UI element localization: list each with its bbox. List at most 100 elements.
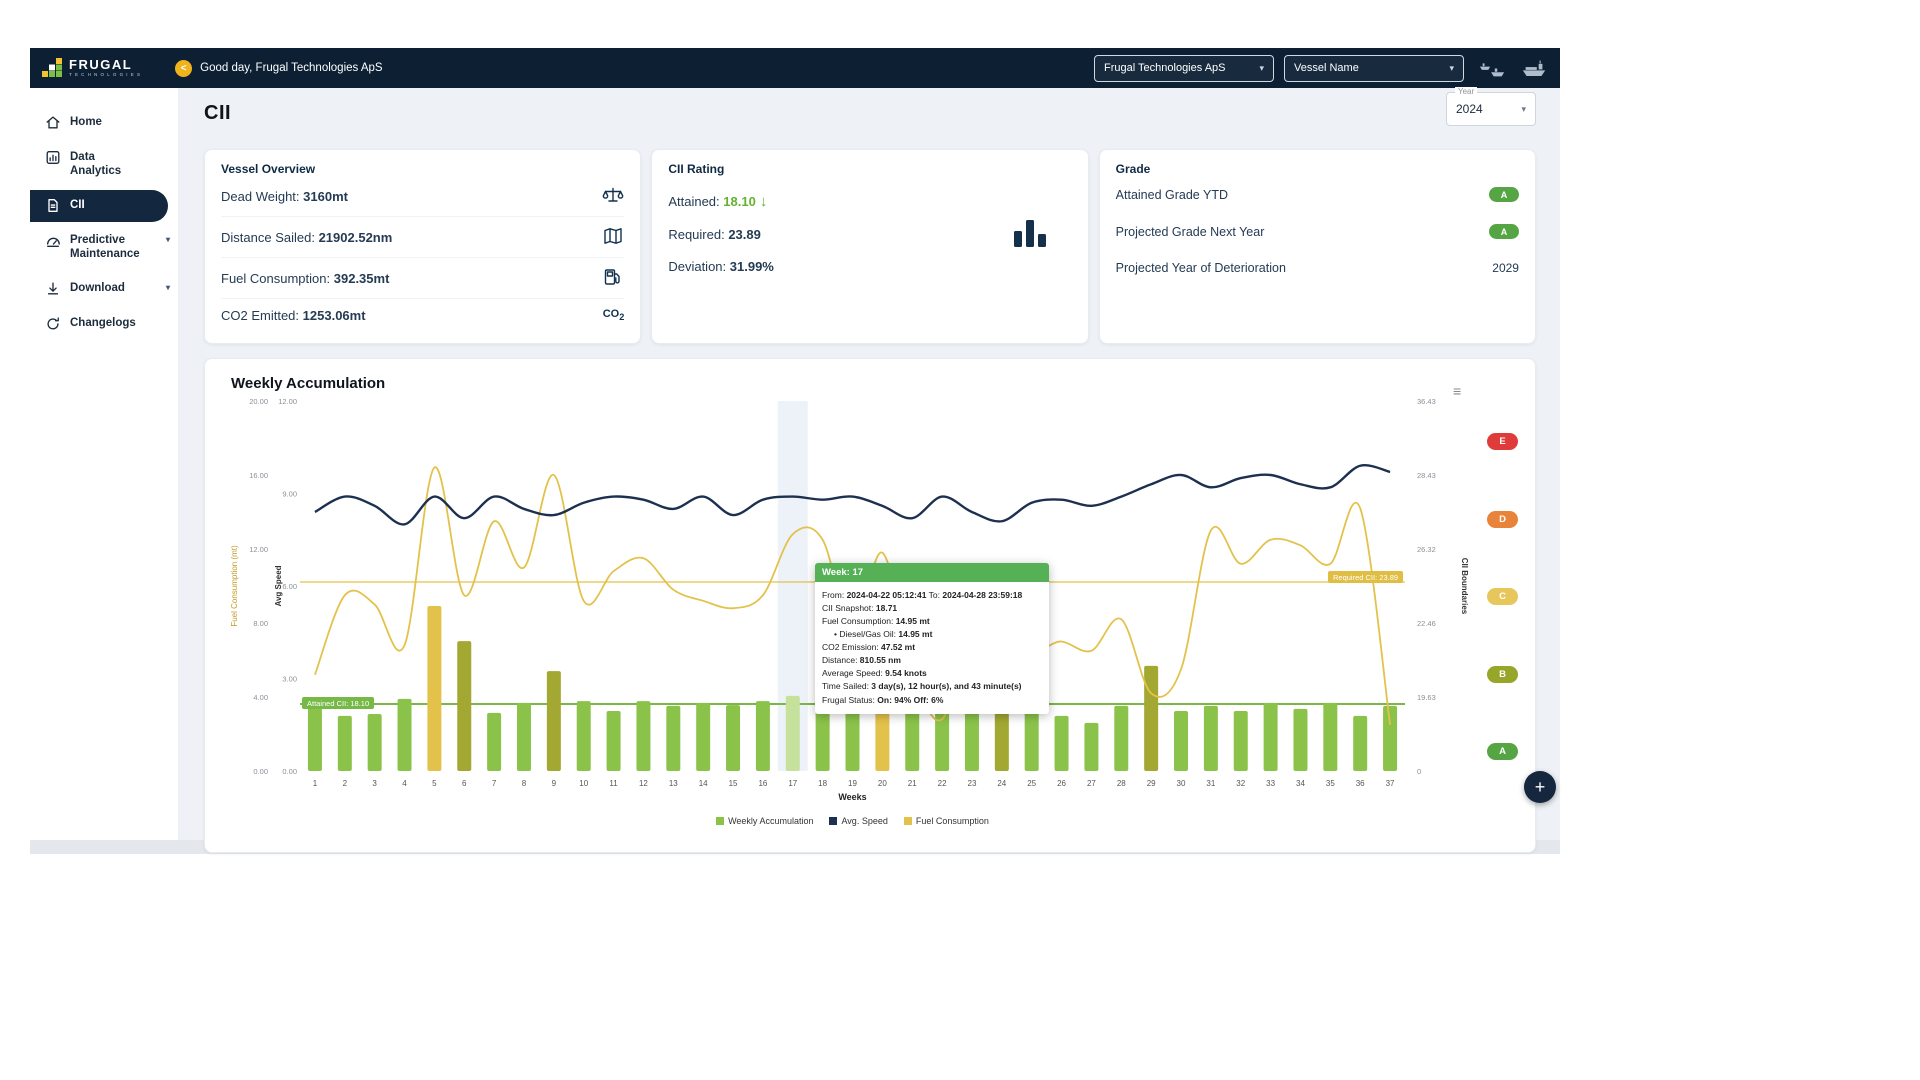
svg-text:34: 34 (1296, 779, 1305, 788)
sidebar-item-predictive-maintenance[interactable]: Predictive Maintenance ▾ (30, 225, 178, 270)
sidebar-item-home[interactable]: Home (30, 107, 178, 139)
svg-text:11: 11 (609, 779, 618, 788)
distance-sailed-row: Distance Sailed: 21902.52nm (221, 217, 624, 258)
svg-text:12: 12 (639, 779, 648, 788)
company-select[interactable]: Frugal Technologies ApS ▾ (1094, 55, 1274, 82)
svg-text:5: 5 (432, 779, 437, 788)
cii-rating-card: CII Rating Attained: 18.10↓ Required: 23… (651, 149, 1088, 344)
vessel-select[interactable]: Vessel Name ▾ (1284, 55, 1464, 82)
svg-text:22: 22 (938, 779, 947, 788)
fleet-icon[interactable] (1478, 58, 1506, 79)
chart-tooltip: Week: 17 From: 2024-04-22 05:12:41 To: 2… (815, 563, 1049, 714)
topbar-right: Frugal Technologies ApS ▾ Vessel Name ▾ (1094, 55, 1548, 82)
svg-text:7: 7 (492, 779, 497, 788)
svg-text:4: 4 (402, 779, 407, 788)
svg-text:28: 28 (1117, 779, 1126, 788)
svg-text:3.00: 3.00 (282, 675, 297, 684)
attained-row: Attained: 18.10↓ (668, 193, 1071, 210)
svg-text:2: 2 (343, 779, 348, 788)
svg-text:21: 21 (908, 779, 917, 788)
sidebar-item-cii[interactable]: CII (30, 190, 168, 222)
legend-item[interactable]: Fuel Consumption (904, 816, 989, 826)
down-arrow-icon: ↓ (760, 193, 768, 210)
attained-cii-label: Attained CII: 18.10 (302, 697, 374, 709)
page-title: CII (204, 102, 1536, 125)
svg-text:27: 27 (1087, 779, 1096, 788)
deviation-row: Deviation: 31.99% (668, 259, 1071, 274)
main-content: CII Year 2024 ▾ Vessel Overview Dead Wei… (178, 88, 1560, 840)
tooltip-row: Distance: 810.55 nm (822, 655, 1042, 666)
svg-text:32: 32 (1236, 779, 1245, 788)
svg-text:Weeks: Weeks (838, 792, 866, 802)
tooltip-row: From: 2024-04-22 05:12:41 To: 2024-04-28… (822, 590, 1042, 601)
ship-icon[interactable] (1520, 58, 1548, 79)
tooltip-row: CII Snapshot: 18.71 (822, 603, 1042, 614)
svg-text:Avg Speed: Avg Speed (274, 565, 283, 606)
svg-text:14: 14 (699, 779, 708, 788)
svg-text:29: 29 (1147, 779, 1156, 788)
download-icon (45, 280, 61, 297)
summary-cards: Vessel Overview Dead Weight: 3160mt Dist… (204, 149, 1536, 344)
svg-text:31: 31 (1206, 779, 1215, 788)
svg-text:20: 20 (878, 779, 887, 788)
brand-subtitle: TECHNOLOGIES (69, 73, 143, 78)
logo-blocks-icon (42, 58, 62, 78)
chart-legend: Weekly Accumulation Avg. Speed Fuel Consum… (300, 816, 1405, 826)
svg-text:24: 24 (997, 779, 1006, 788)
svg-text:18: 18 (818, 779, 827, 788)
legend-item[interactable]: Weekly Accumulation (716, 816, 813, 826)
deterioration-year-value: 2029 (1492, 261, 1519, 275)
refresh-icon (45, 315, 61, 332)
grade-card: Grade Attained Grade YTD A Projected Gra… (1099, 149, 1536, 344)
weekly-accumulation-card: Weekly Accumulation ≡ 20.0016.0012.008.0… (204, 358, 1536, 853)
grade-boundary-pill-a: A (1487, 743, 1518, 760)
svg-text:33: 33 (1266, 779, 1275, 788)
gauge-icon (45, 232, 61, 249)
app-window: FRUGAL TECHNOLOGIES < Good day, Frugal T… (30, 48, 1560, 854)
chevron-down-icon: ▾ (1259, 63, 1264, 74)
svg-text:8: 8 (522, 779, 527, 788)
svg-text:16.00: 16.00 (249, 471, 268, 480)
svg-text:35: 35 (1326, 779, 1335, 788)
tooltip-row: Diesel/Gas Oil: 14.95 mt (822, 629, 1042, 640)
sidebar-item-download[interactable]: Download ▾ (30, 273, 178, 305)
sidebar-item-changelogs[interactable]: Changelogs (30, 308, 178, 340)
grade-boundary-pill-d: D (1487, 511, 1518, 528)
svg-text:20.00: 20.00 (249, 397, 268, 406)
fuel-icon (602, 267, 624, 290)
svg-text:10: 10 (579, 779, 588, 788)
chevron-down-icon: ▾ (1449, 63, 1454, 74)
sidebar-item-data-analytics[interactable]: Data Analytics (30, 142, 178, 187)
grade-badge: A (1489, 187, 1519, 202)
co2-emitted-row: CO2 Emitted: 1253.06mt CO2 (221, 299, 624, 331)
chevron-down-icon: ▾ (1521, 104, 1526, 115)
svg-text:12.00: 12.00 (249, 545, 268, 554)
grade-boundary-pill-e: E (1487, 433, 1518, 450)
card-title: CII Rating (668, 162, 1071, 176)
frugal-logo: FRUGAL TECHNOLOGIES (42, 58, 143, 78)
map-icon (602, 226, 624, 249)
document-icon (45, 197, 61, 214)
svg-text:23: 23 (968, 779, 977, 788)
year-select-label: Year (1455, 87, 1477, 96)
fab-add-button[interactable]: + (1524, 771, 1556, 803)
attained-value: 18.10 (723, 194, 756, 209)
svg-text:25: 25 (1027, 779, 1036, 788)
tooltip-row: Frugal Status: On: 94% Off: 6% (822, 695, 1042, 706)
required-cii-label: Required CII: 23.89 (1328, 571, 1403, 583)
svg-text:36: 36 (1356, 779, 1365, 788)
scale-icon (602, 185, 624, 208)
grade-badge: A (1489, 224, 1519, 239)
svg-text:0.00: 0.00 (282, 767, 297, 776)
vessel-overview-card: Vessel Overview Dead Weight: 3160mt Dist… (204, 149, 641, 344)
brand-name: FRUGAL (69, 58, 143, 71)
chevron-down-icon: ▾ (166, 283, 170, 293)
svg-text:13: 13 (669, 779, 678, 788)
legend-item[interactable]: Avg. Speed (829, 816, 887, 826)
svg-text:Fuel Consumption (mt): Fuel Consumption (mt) (230, 545, 239, 627)
tooltip-row: Average Speed: 9.54 knots (822, 668, 1042, 679)
svg-text:19: 19 (848, 779, 857, 788)
svg-text:1: 1 (313, 779, 318, 788)
dead-weight-row: Dead Weight: 3160mt (221, 176, 624, 217)
year-select[interactable]: Year 2024 ▾ (1446, 92, 1536, 126)
